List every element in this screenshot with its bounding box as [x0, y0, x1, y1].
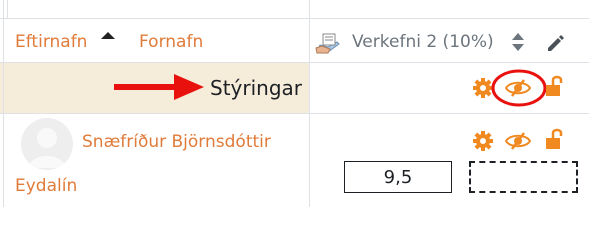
feedback-field[interactable]	[469, 161, 578, 193]
unlock-icon[interactable]	[544, 127, 564, 151]
gear-icon[interactable]	[472, 130, 494, 152]
column-divider	[7, 0, 8, 18]
header-row: Eftirnafn Fornafn	[0, 19, 589, 63]
student-name-link[interactable]: Snæfríður Björnsdóttir	[82, 132, 271, 152]
controls-label: Stýringar	[210, 76, 303, 100]
gradebook-grader-report: Eftirnafn Fornafn Verkefni 2 (10%) Stýri…	[0, 0, 589, 207]
arrow-right-icon	[114, 74, 204, 100]
unlock-icon[interactable]	[544, 74, 564, 98]
grade-item-link[interactable]: Verkefni 2 (10%)	[352, 32, 494, 52]
sort-ascending-icon	[101, 32, 115, 39]
assignment-icon	[315, 33, 340, 54]
sort-by-lastname-link[interactable]: Eftirnafn	[15, 32, 87, 52]
highlight-circle-annotation	[491, 69, 547, 107]
eye-slash-icon[interactable]	[504, 131, 532, 151]
grade-input[interactable]	[344, 161, 452, 193]
sort-by-firstname-link[interactable]: Fornafn	[139, 32, 203, 52]
column-divider	[309, 0, 310, 207]
sort-updown-icon[interactable]	[511, 31, 525, 53]
student-name-link-continued[interactable]: Eydalín	[15, 176, 77, 196]
edit-pencil-icon[interactable]	[545, 31, 567, 53]
user-placeholder-icon	[29, 128, 65, 168]
top-row	[0, 0, 589, 18]
column-divider	[3, 0, 4, 207]
avatar[interactable]	[21, 118, 73, 170]
